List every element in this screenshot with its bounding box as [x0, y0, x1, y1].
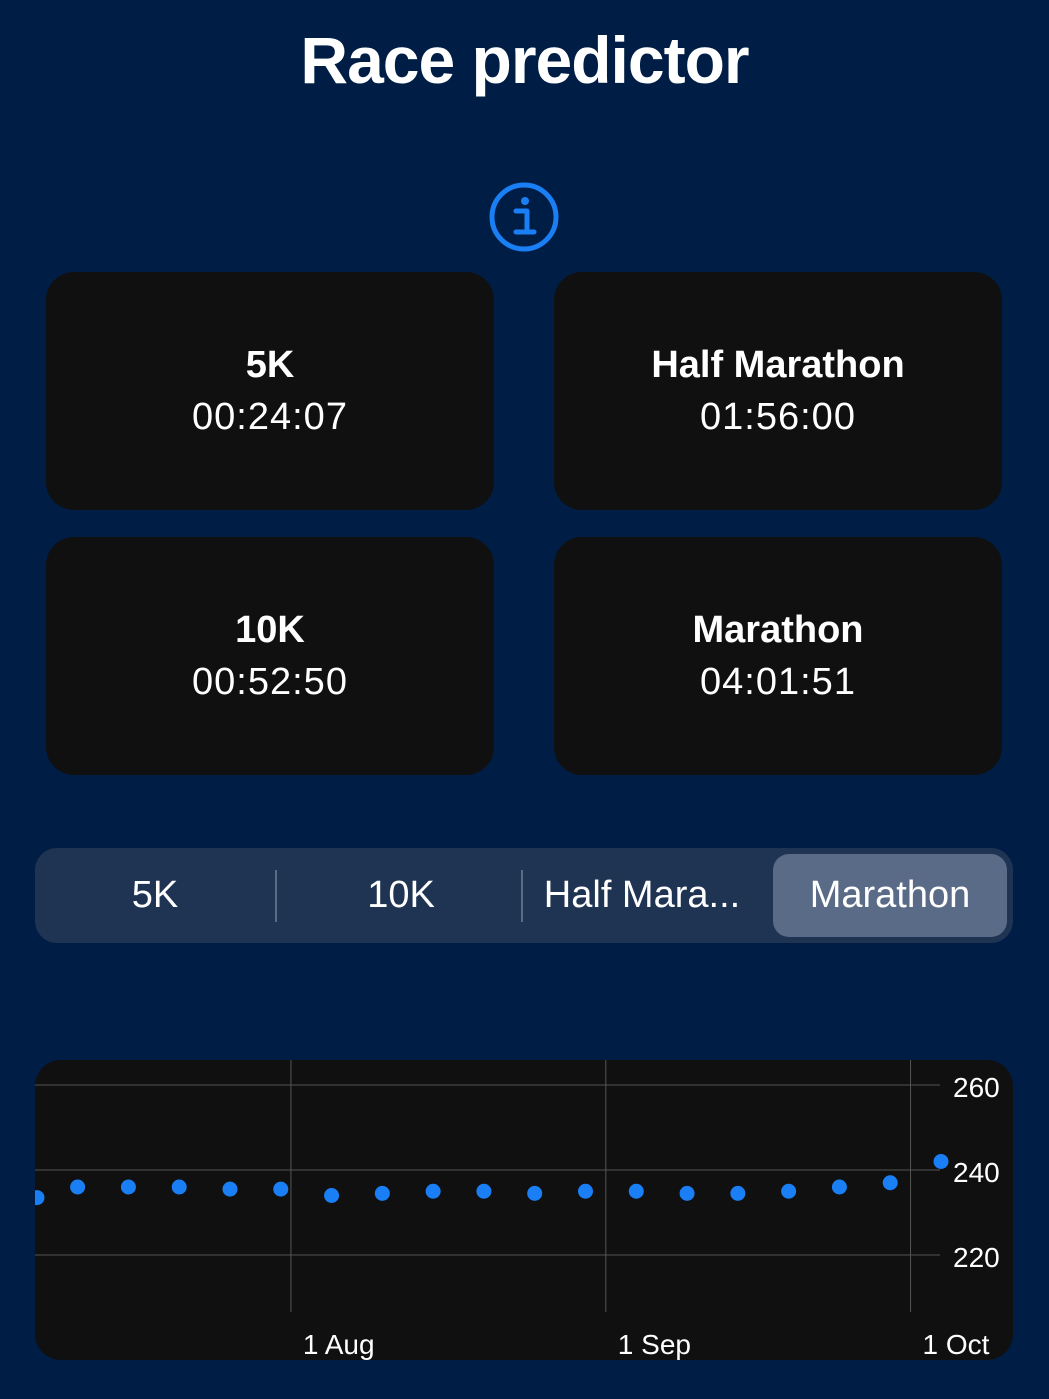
data-point [324, 1188, 340, 1203]
data-point [730, 1185, 746, 1201]
segment-10k[interactable]: 10K [281, 854, 521, 937]
y-tick-label: 220 [953, 1242, 1000, 1273]
page-title: Race predictor [300, 23, 749, 97]
prediction-card-marathon[interactable]: Marathon 04:01:51 [554, 537, 1002, 775]
prediction-card-5k[interactable]: 5K 00:24:07 [46, 272, 494, 510]
data-point [831, 1179, 847, 1195]
segment-marathon[interactable]: Marathon [773, 854, 1007, 937]
data-point [882, 1175, 898, 1191]
segment-divider [275, 870, 277, 922]
prediction-label: Marathon [692, 609, 864, 651]
prediction-trend-chart: 260 240 220 1 Aug 1 Sep 1 Oct [35, 1060, 1013, 1360]
data-point [171, 1179, 187, 1195]
data-point [527, 1185, 543, 1201]
prediction-card-half-marathon[interactable]: Half Marathon 01:56:00 [554, 272, 1002, 510]
segment-divider [521, 870, 523, 922]
race-predictor-screen: Race predictor 5K 00:24:07 Half Marathon… [0, 0, 1049, 1399]
data-point [222, 1181, 238, 1197]
data-point [628, 1183, 644, 1199]
y-tick-label: 260 [953, 1072, 1000, 1103]
prediction-time: 04:01:51 [700, 661, 856, 703]
x-tick-label: 1 Sep [618, 1329, 691, 1360]
data-point [70, 1179, 86, 1195]
data-point [933, 1154, 949, 1169]
data-point [679, 1185, 695, 1201]
data-point [35, 1190, 45, 1206]
info-circle-icon [489, 182, 559, 252]
prediction-label: 5K [245, 344, 295, 386]
prediction-label: 10K [235, 609, 305, 651]
distance-segmented-control: 5K 10K Half Mara... Marathon [35, 848, 1013, 943]
x-tick-label: 1 Oct [923, 1329, 990, 1360]
data-point [120, 1179, 136, 1195]
prediction-label: Half Marathon [651, 344, 905, 386]
segment-half-marathon[interactable]: Half Mara... [527, 854, 757, 937]
prediction-card-10k[interactable]: 10K 00:52:50 [46, 537, 494, 775]
prediction-time: 00:24:07 [192, 396, 348, 438]
data-point [425, 1183, 441, 1199]
prediction-time: 01:56:00 [700, 396, 856, 438]
prediction-time: 00:52:50 [192, 661, 348, 703]
data-point [476, 1183, 492, 1199]
info-button[interactable] [488, 181, 560, 253]
data-point [273, 1181, 289, 1197]
data-point [374, 1185, 390, 1201]
data-point [577, 1183, 593, 1199]
x-tick-label: 1 Aug [303, 1329, 375, 1360]
data-point [781, 1183, 797, 1199]
segment-5k[interactable]: 5K [41, 854, 269, 937]
chart-canvas: 260 240 220 1 Aug 1 Sep 1 Oct [35, 1060, 1000, 1360]
y-tick-label: 240 [953, 1157, 1000, 1188]
